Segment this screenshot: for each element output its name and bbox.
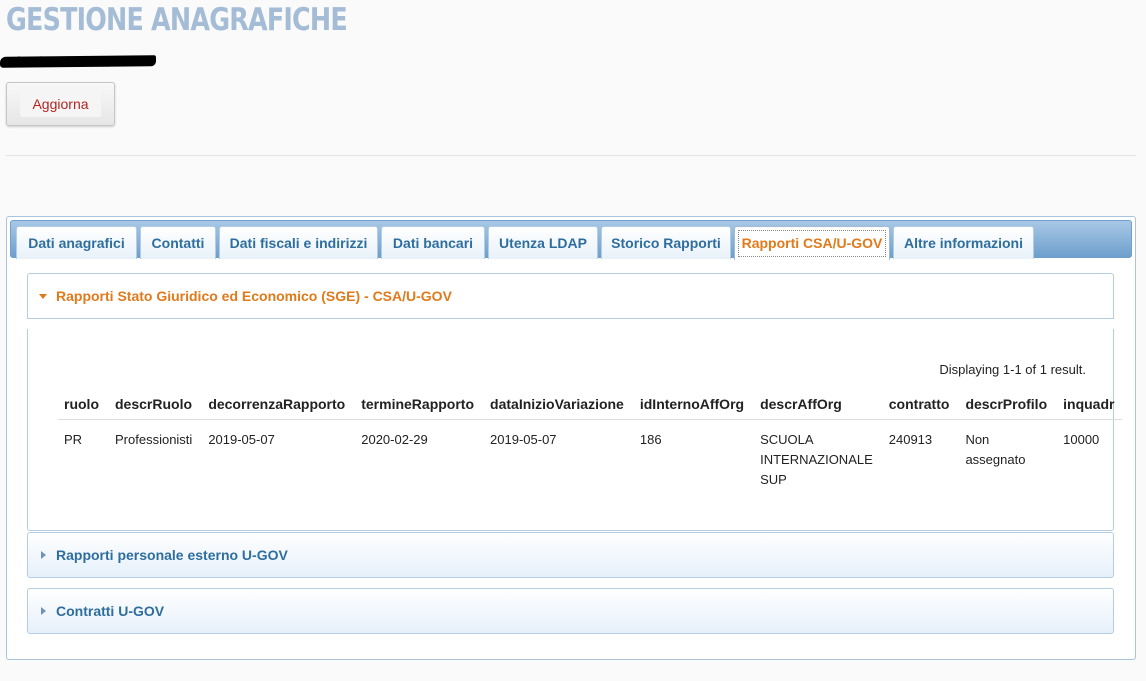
section-header-personale-esterno[interactable]: Rapporti personale esterno U-GOV — [27, 532, 1114, 578]
column-header[interactable]: termineRapporto — [353, 389, 483, 420]
section-header-label: Rapporti Stato Giuridico ed Economico (S… — [56, 288, 452, 304]
tab-dati-anagrafici[interactable]: Dati anagrafici — [16, 226, 137, 259]
column-header[interactable]: descrAffOrg — [752, 389, 881, 420]
section-header-sge[interactable]: Rapporti Stato Giuridico ed Economico (S… — [27, 273, 1114, 319]
section-header-label: Contratti U-GOV — [56, 603, 165, 619]
column-header[interactable]: contratto — [880, 389, 958, 420]
table-cell: PR — [64, 432, 83, 447]
tab-bar: Dati anagrafici Contatti Dati fiscali e … — [10, 220, 1132, 260]
grid-summary: Displaying 1-1 of 1 result. — [939, 362, 1086, 377]
table-row[interactable]: PR Professionisti 2019-05-07 2020-02-29 … — [58, 420, 1122, 491]
tabs-container: Dati anagrafici Contatti Dati fiscali e … — [6, 216, 1136, 660]
tab-dati-bancari[interactable]: Dati bancari — [381, 226, 485, 259]
refresh-button[interactable]: Aggiorna — [6, 82, 115, 126]
column-header[interactable]: descrRuolo — [107, 389, 201, 420]
column-header[interactable]: ruolo — [58, 389, 107, 420]
tab-storico-rapporti[interactable]: Storico Rapporti — [601, 226, 731, 259]
table-cell: Professionisti — [115, 432, 193, 447]
table-cell: 240913 — [888, 432, 933, 447]
table-cell: 2019-05-07 — [490, 432, 557, 447]
table-header-row: ruolo descrRuolo decorrenzaRapporto term… — [58, 389, 1123, 420]
caret-down-icon — [39, 294, 47, 299]
table-cell: 186 — [639, 432, 662, 447]
tab-rapporti-csa-ugov[interactable]: Rapporti CSA/U-GOV — [734, 226, 890, 260]
table-cell: 2020-02-29 — [361, 432, 428, 447]
tab-dati-fiscali[interactable]: Dati fiscali e indirizzi — [219, 226, 378, 259]
redaction-mark — [0, 55, 157, 68]
column-header[interactable]: decorrenzaRapporto — [200, 389, 354, 420]
column-header[interactable]: idInternoAffOrg — [631, 389, 753, 420]
tab-utenza-ldap[interactable]: Utenza LDAP — [488, 226, 598, 259]
column-header[interactable]: inquadr — [1055, 389, 1123, 420]
section-header-label: Rapporti personale esterno U-GOV — [56, 547, 288, 563]
section-header-contratti[interactable]: Contratti U-GOV — [27, 588, 1114, 634]
separator — [6, 155, 1136, 156]
column-header[interactable]: descrProfilo — [957, 389, 1056, 420]
caret-right-icon — [41, 607, 46, 615]
table-cell: 10000 — [1063, 432, 1100, 447]
refresh-button-label: Aggiorna — [20, 91, 101, 117]
tab-altre-informazioni[interactable]: Altre informazioni — [893, 226, 1034, 259]
tab-contatti[interactable]: Contatti — [140, 226, 216, 259]
tab-focus-outline — [738, 230, 886, 257]
table-cell: 2019-05-07 — [208, 432, 275, 447]
caret-right-icon — [41, 551, 46, 559]
table-cell: Non assegnato — [965, 432, 1026, 467]
section-body-sge: Displaying 1-1 of 1 result. ruolo descrR… — [27, 329, 1123, 531]
rapporti-table: ruolo descrRuolo decorrenzaRapporto term… — [58, 389, 1123, 491]
column-header[interactable]: dataInizioVariazione — [482, 389, 632, 420]
page-title: GESTIONE ANAGRAFICHE — [6, 2, 348, 38]
table-cell: SCUOLA INTERNAZIONALE SUP — [760, 432, 873, 487]
